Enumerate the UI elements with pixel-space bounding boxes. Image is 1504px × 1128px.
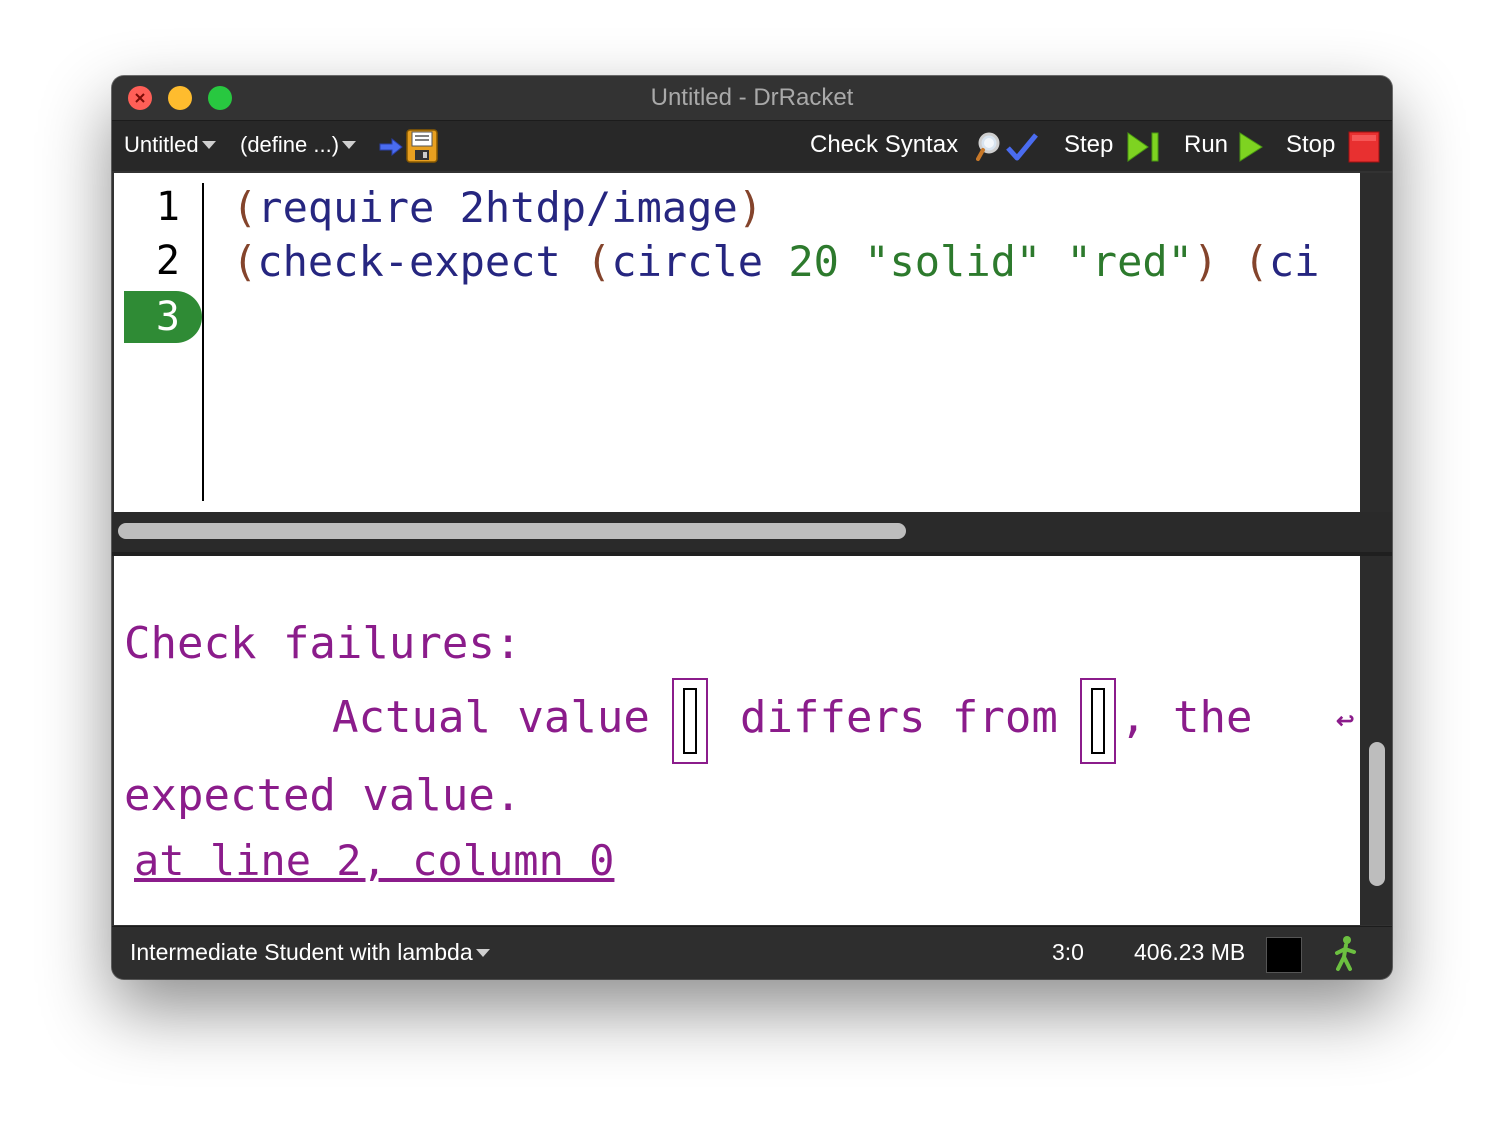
code-line-2[interactable]: (check-expect (circle 20 "solid" "red") … <box>232 235 1319 289</box>
toolbar: Untitled (define ...) Check Syntax Step … <box>112 120 1392 171</box>
comma-the-text: , the <box>1120 692 1253 743</box>
line-number: 2 <box>155 238 180 284</box>
run-button[interactable]: Run <box>1184 131 1228 159</box>
paren: ( <box>232 183 258 232</box>
code-line-1[interactable]: (require 2htdp/image) <box>232 181 763 235</box>
error-location-link[interactable]: at line 2, column 0 <box>134 834 614 888</box>
function-name: ci <box>1268 237 1320 286</box>
checkmark-icon <box>1006 133 1038 161</box>
string-literal: "red" <box>1066 237 1193 286</box>
magnifier-icon <box>976 132 1000 161</box>
step-button[interactable]: Step <box>1064 131 1113 159</box>
chevron-down-icon <box>201 141 216 149</box>
running-figure-icon <box>1335 936 1356 971</box>
vertical-scrollbar[interactable] <box>1360 556 1392 925</box>
file-menu-label: Untitled <box>124 132 199 157</box>
horizontal-scrollbar[interactable] <box>112 512 1392 552</box>
line-wrap-icon: ↩ <box>1336 708 1355 733</box>
function-name: circle <box>611 237 789 286</box>
save-disk-icon[interactable] <box>406 129 438 163</box>
vertical-scroll-thumb[interactable] <box>1369 742 1385 886</box>
active-line-number: 3 <box>155 294 180 340</box>
expected-image-value[interactable] <box>1080 678 1116 764</box>
define-menu-label: (define ...) <box>240 132 340 157</box>
check-syntax-button[interactable]: Check Syntax <box>810 131 958 159</box>
stop-label: Stop <box>1286 131 1336 158</box>
active-line-marker: 3 <box>124 291 202 343</box>
number-literal: 20 <box>788 237 865 286</box>
actual-image-value[interactable] <box>672 678 708 764</box>
step-forward-icon <box>1127 132 1159 162</box>
image-placeholder-icon <box>1091 688 1105 754</box>
code-text: require 2htdp/image <box>257 183 738 232</box>
language-menu-button[interactable]: Intermediate Student with lambda <box>130 939 490 966</box>
line-number: 1 <box>155 184 180 230</box>
drracket-window: Untitled - DrRacket Untitled (define ...… <box>112 76 1392 979</box>
define-menu-button[interactable]: (define ...) <box>240 131 357 159</box>
paren: ( <box>586 237 612 286</box>
chevron-down-icon <box>475 949 490 957</box>
cursor-position: 3:0 <box>1052 939 1084 965</box>
gc-indicator <box>1266 937 1302 973</box>
chevron-down-icon <box>342 141 357 149</box>
status-bar: Intermediate Student with lambda 3:0 406… <box>112 926 1392 979</box>
paren: ( <box>1243 237 1269 286</box>
memory-usage[interactable]: 406.23 MB <box>1134 939 1245 966</box>
string-literal: "solid" <box>864 237 1042 286</box>
title-bar: Untitled - DrRacket <box>112 76 1392 120</box>
keyword: check-expect <box>257 237 587 286</box>
paren: ( <box>232 237 258 286</box>
stop-square-icon <box>1348 131 1380 163</box>
file-menu-button[interactable]: Untitled <box>124 131 216 159</box>
gutter-divider <box>202 183 204 501</box>
run-label: Run <box>1184 131 1229 158</box>
window-title: Untitled - DrRacket <box>650 84 854 111</box>
paren: ) <box>737 183 764 232</box>
interactions-pane[interactable]: Check failures: Actual value differs fro… <box>114 556 1360 925</box>
arrow-right-icon[interactable] <box>378 137 404 157</box>
horizontal-scroll-thumb[interactable] <box>118 523 906 539</box>
expected-value-text: expected value. <box>124 770 522 821</box>
language-label: Intermediate Student with lambda <box>130 939 473 965</box>
image-placeholder-icon <box>683 688 697 754</box>
paren: ) <box>1192 237 1219 286</box>
editor-right-margin <box>1360 173 1392 512</box>
play-icon <box>1239 132 1263 162</box>
check-failures-heading: Check failures: <box>124 618 522 669</box>
definitions-editor[interactable]: 1 2 3 (require 2htdp/image) (check-expec… <box>114 173 1360 512</box>
actual-value-text: Actual value <box>332 692 650 743</box>
stop-button[interactable]: Stop <box>1286 131 1335 159</box>
differs-from-text: differs from <box>740 692 1058 743</box>
step-label: Step <box>1064 131 1114 158</box>
check-syntax-label: Check Syntax <box>810 131 959 158</box>
